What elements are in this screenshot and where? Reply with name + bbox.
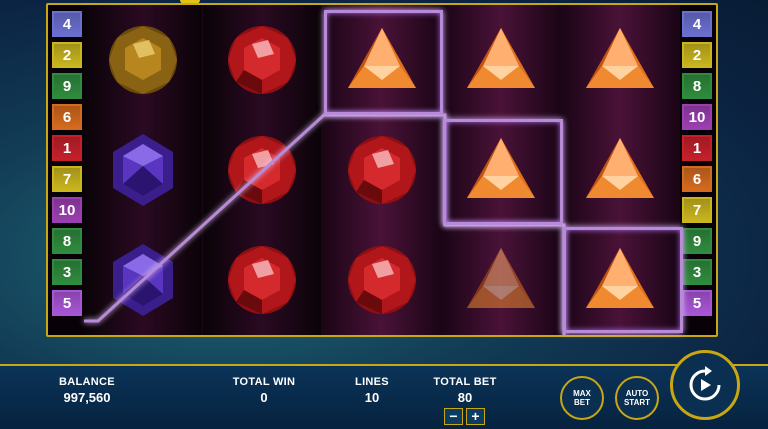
- payline-left-3: 3: [52, 259, 82, 285]
- win-highlight-3: [563, 227, 683, 333]
- lines-label: LINES: [355, 376, 389, 388]
- balance-label: BALANCE: [59, 376, 115, 388]
- orange-triangle-symbol: [561, 5, 679, 115]
- payline-left-2: 2: [52, 42, 82, 68]
- orange-triangle-symbol: [561, 115, 679, 225]
- orange-triangle-symbol: [442, 5, 560, 115]
- payline-left-9: 9: [52, 73, 82, 99]
- balance-value: 997,560: [63, 390, 111, 405]
- orange-triangle-symbol: [442, 225, 560, 335]
- max-bet-button[interactable]: MAX BET: [560, 376, 604, 420]
- payline-right-5: 5: [682, 290, 712, 316]
- payline-right-3: 3: [682, 259, 712, 285]
- bet-controls: − +: [444, 408, 485, 425]
- payline-left-10: 10: [52, 197, 82, 223]
- spin-icon: [689, 366, 721, 401]
- payline-left-1: 1: [52, 135, 82, 161]
- payline-indicators-right: 4 2 8 10 1 6 7 9 3 5: [682, 11, 712, 316]
- total-bet-label: TOTAL BET: [433, 376, 497, 388]
- payline-right-10: 10: [682, 104, 712, 130]
- payline-right-9: 9: [682, 228, 712, 254]
- decrease-bet-button[interactable]: −: [444, 408, 463, 425]
- win-highlight-2: [443, 119, 563, 225]
- yellow-gem-symbol: [84, 5, 202, 115]
- red-gem-symbol: [322, 115, 440, 225]
- slot-machine: 4 2 9 6 1 7 10 8 3 5 4 2 8 10 1 6 7 9 3 5: [46, 3, 718, 337]
- auto-start-button[interactable]: AUTO START: [615, 376, 659, 420]
- lines-display: LINES 10: [348, 376, 396, 405]
- total-win-label: TOTAL WIN: [232, 376, 296, 388]
- payline-indicators-left: 4 2 9 6 1 7 10 8 3 5: [52, 11, 82, 316]
- total-bet-value: 80: [457, 390, 473, 405]
- payline-left-6: 6: [52, 104, 82, 130]
- payline-right-1: 1: [682, 135, 712, 161]
- increase-bet-button[interactable]: +: [466, 408, 485, 425]
- payline-right-7: 7: [682, 197, 712, 223]
- red-gem-symbol: [322, 225, 440, 335]
- payline-left-7: 7: [52, 166, 82, 192]
- payline-right-8: 8: [682, 73, 712, 99]
- max-bet-label: MAX BET: [573, 389, 591, 407]
- purple-gem-symbol: [84, 225, 202, 335]
- lines-value: 10: [364, 390, 380, 405]
- reel-1: [84, 5, 204, 335]
- total-win-value: 0: [260, 390, 268, 405]
- purple-gem-symbol: [84, 115, 202, 225]
- payline-right-6: 6: [682, 166, 712, 192]
- payline-left-4: 4: [52, 11, 82, 37]
- red-gem-symbol: [203, 5, 321, 115]
- payline-left-8: 8: [52, 228, 82, 254]
- red-gem-symbol: [203, 115, 321, 225]
- red-gem-symbol: [203, 225, 321, 335]
- payline-right-2: 2: [682, 42, 712, 68]
- total-bet-display: TOTAL BET 80: [428, 376, 502, 405]
- payline-left-5: 5: [52, 290, 82, 316]
- win-highlight-1: [324, 10, 443, 115]
- auto-start-label: AUTO START: [623, 389, 651, 407]
- balance-display: BALANCE 997,560: [56, 376, 118, 405]
- reel-2: [203, 5, 323, 335]
- payline-right-4: 4: [682, 11, 712, 37]
- total-win-display: TOTAL WIN 0: [226, 376, 302, 405]
- spin-button[interactable]: [670, 350, 740, 420]
